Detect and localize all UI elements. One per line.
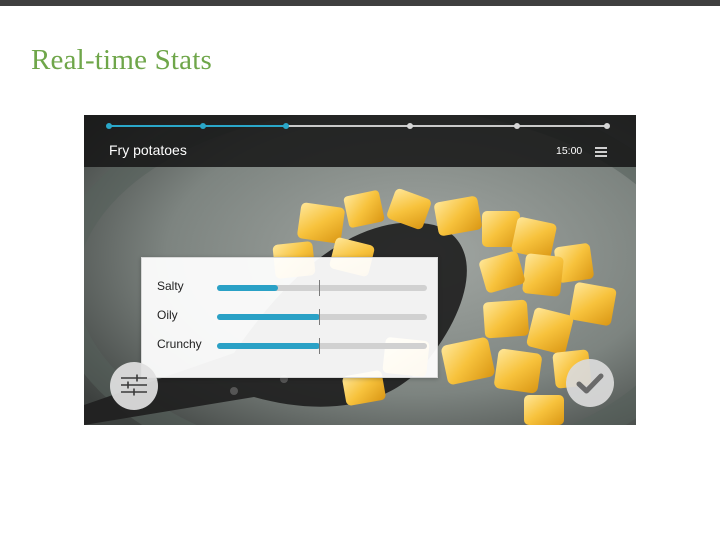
- stat-row-salty: Salty: [142, 277, 437, 297]
- stat-level-fill: [217, 285, 278, 291]
- app-header: Fry potatoes 15:00: [84, 115, 636, 167]
- step-progress-fill: [109, 125, 286, 127]
- sliders-icon: [121, 374, 147, 396]
- stat-target-marker: [319, 280, 320, 296]
- realtime-stats-panel: Salty Oily Crunchy: [141, 257, 438, 378]
- stat-row-crunchy: Crunchy: [142, 335, 437, 355]
- step-dot: [514, 123, 521, 129]
- step-timer: 15:00: [556, 145, 583, 157]
- stat-slider[interactable]: [217, 309, 427, 325]
- stat-target-marker: [319, 309, 320, 325]
- stat-level-fill: [217, 343, 320, 349]
- step-progress-bar: [106, 123, 610, 129]
- stat-label: Crunchy: [157, 337, 202, 351]
- confirm-button[interactable]: [566, 359, 614, 407]
- step-dot: [282, 123, 289, 129]
- checkmark-icon: [576, 373, 604, 394]
- step-title: Fry potatoes: [109, 142, 187, 158]
- stat-label: Oily: [157, 308, 178, 322]
- stat-slider[interactable]: [217, 280, 427, 296]
- step-dot: [199, 123, 206, 129]
- stat-slider[interactable]: [217, 338, 427, 354]
- settings-button[interactable]: [110, 362, 158, 410]
- stat-level-fill: [217, 314, 320, 320]
- stat-label: Salty: [157, 279, 184, 293]
- step-dot: [407, 123, 414, 129]
- slide-title: Real-time Stats: [31, 44, 212, 76]
- stat-target-marker: [319, 338, 320, 354]
- top-accent-bar: [0, 0, 720, 6]
- step-dot: [106, 123, 112, 129]
- stat-row-oily: Oily: [142, 306, 437, 326]
- hamburger-menu-icon[interactable]: [595, 147, 607, 157]
- step-dot: [604, 123, 610, 129]
- cooking-app-screen: Fry potatoes 15:00 Salty Oily Crunchy: [84, 115, 636, 425]
